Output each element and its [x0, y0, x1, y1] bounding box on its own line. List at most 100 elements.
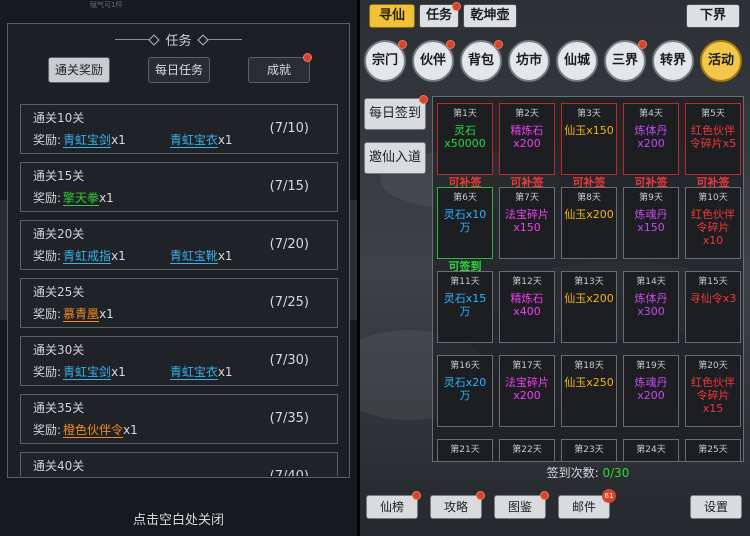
- quest-rewards: 奖励: 擎天拳x1: [33, 189, 114, 206]
- signin-day-label: 第1天: [453, 109, 477, 119]
- quest-progress: (7/20): [269, 237, 309, 252]
- signin-day-cell[interactable]: 第11天 灵石x15 万: [437, 271, 493, 343]
- signin-day-cell[interactable]: 第24天: [623, 439, 679, 461]
- signin-count-label: 签到次数:: [546, 466, 599, 480]
- signin-day-cell[interactable]: 第6天 灵石x10 万可签到: [437, 187, 493, 273]
- reward-item-name[interactable]: 青虹戒指: [63, 249, 112, 264]
- signin-day-cell[interactable]: 第17天 法宝碎片 x200: [499, 355, 555, 427]
- reward-item-qty: x1: [99, 307, 114, 321]
- signin-day-cell[interactable]: 第15天 寻仙令x3: [685, 271, 741, 343]
- tasks-notify-dot: [452, 2, 461, 11]
- quest-rewards: 奖励: 青虹宝剑x1 青虹宝衣x1: [33, 131, 233, 148]
- game-screen: 赋气可1怦 任务 通关奖励 每日任务 成就 通关10关 奖励: 青虹宝剑x1 青虹宝衣…: [0, 0, 750, 536]
- signin-day-label: 第7天: [515, 193, 539, 203]
- signin-day-cell[interactable]: 第3天 仙玉x150 可补签: [561, 103, 617, 189]
- signin-day-cell[interactable]: 第10天 红色伙伴 令碎片 x10: [685, 187, 741, 259]
- signin-day-cell[interactable]: 第1天 灵石 x50000 可补签: [437, 103, 493, 189]
- signin-day-cell[interactable]: 第2天 精炼石 x200 可补签: [499, 103, 555, 189]
- signin-day-cell[interactable]: 第13天 仙玉x200: [561, 271, 617, 343]
- close-hint[interactable]: 点击空白处关闭: [0, 509, 357, 528]
- quest-row[interactable]: 通关20关 奖励: 青虹戒指x1 青虹宝靴x1 (7/20): [20, 220, 338, 270]
- lower-realm-button[interactable]: 下界: [686, 4, 740, 28]
- reward-item-name[interactable]: 青虹宝靴: [169, 249, 218, 264]
- menu-circle-6[interactable]: 转界: [652, 40, 694, 82]
- bottom-button-0[interactable]: 仙榜: [366, 495, 418, 519]
- signin-reward: 炼魂丹 x150: [634, 208, 668, 234]
- tab-clear-rewards[interactable]: 通关奖励: [48, 57, 110, 83]
- reward-item-name[interactable]: 青虹宝衣: [169, 133, 218, 148]
- reward-item-name[interactable]: 擎天拳: [63, 191, 100, 206]
- signin-day-label: 第15天: [698, 277, 728, 287]
- signin-day-label: 第18天: [574, 361, 604, 371]
- reward-item-name[interactable]: 青虹宝剑: [63, 365, 112, 380]
- signin-day-label: 第10天: [698, 193, 728, 203]
- signin-reward: 红色伙伴 令碎片 x15: [691, 376, 735, 415]
- signin-day-cell[interactable]: 第14天炼体丹 x300: [623, 271, 679, 343]
- tab-achievements[interactable]: 成就: [248, 57, 310, 83]
- signin-day-label: 第17天: [512, 361, 542, 371]
- menu-circle-3[interactable]: 坊市: [508, 40, 550, 82]
- quest-progress: (7/10): [269, 121, 309, 136]
- menu-circle-4[interactable]: 仙城: [556, 40, 598, 82]
- daily-signin-button[interactable]: 每日签到: [364, 98, 426, 130]
- quest-progress: (7/35): [269, 411, 309, 426]
- reward-item-name[interactable]: 橙色伙伴令: [63, 423, 124, 438]
- bottom-button-4[interactable]: 设置: [690, 495, 742, 519]
- quest-row[interactable]: 通关40关奖励:(7/40): [20, 452, 338, 476]
- signin-day-cell[interactable]: 第4天 炼体丹 x200 可补签: [623, 103, 679, 189]
- signin-day-cell[interactable]: 第22天: [499, 439, 555, 461]
- signin-day-cell[interactable]: 第18天 仙玉x250: [561, 355, 617, 427]
- signin-day-cell[interactable]: 第9天 炼魂丹 x150: [623, 187, 679, 259]
- quest-row[interactable]: 通关10关 奖励: 青虹宝剑x1 青虹宝衣x1 (7/10): [20, 104, 338, 154]
- signin-day-cell[interactable]: 第19天炼魂丹 x200: [623, 355, 679, 427]
- title-ornament-left: [115, 38, 156, 40]
- left-pane: 赋气可1怦 任务 通关奖励 每日任务 成就 通关10关 奖励: 青虹宝剑x1 青虹宝衣…: [0, 0, 357, 536]
- reward-prefix: 奖励:: [33, 365, 62, 379]
- dialog-title: 任务: [165, 33, 192, 49]
- quest-row[interactable]: 通关15关 奖励: 擎天拳x1 (7/15): [20, 162, 338, 212]
- signin-reward: 红色伙伴 令碎片x5: [689, 124, 737, 150]
- signin-day-label: 第19天: [636, 361, 666, 371]
- reward-item-qty: x1: [217, 249, 233, 263]
- signin-day-label: 第8天: [577, 193, 601, 203]
- tab-xunxian[interactable]: 寻仙: [369, 4, 415, 28]
- signin-day-label: 第20天: [698, 361, 728, 371]
- signin-day-label: 第16天: [450, 361, 480, 371]
- signin-day-cell[interactable]: 第7天 法宝碎片 x150: [499, 187, 555, 259]
- signin-day-cell[interactable]: 第20天红色伙伴 令碎片 x15: [685, 355, 741, 427]
- signin-day-label: 第25天: [698, 445, 728, 455]
- quest-row[interactable]: 通关35关 奖励: 橙色伙伴令x1 (7/35): [20, 394, 338, 444]
- signin-day-label: 第23天: [574, 445, 604, 455]
- quest-rewards: 奖励: 青虹戒指x1 青虹宝靴x1: [33, 247, 233, 264]
- quest-list[interactable]: 通关10关 奖励: 青虹宝剑x1 青虹宝衣x1 (7/10) 通关15关 奖励: 擎天拳x1(…: [20, 104, 340, 476]
- achievement-notify-dot: [303, 53, 312, 62]
- reward-item-name[interactable]: 慕青凰: [63, 307, 100, 322]
- reward-prefix: 奖励:: [33, 191, 62, 205]
- signin-reward: 炼体丹 x300: [634, 292, 668, 318]
- signin-day-cell[interactable]: 第5天 红色伙伴 令碎片x5 可补签: [685, 103, 741, 189]
- invite-immortal-button[interactable]: 邀仙入道: [364, 142, 426, 174]
- quest-tabs: 通关奖励 每日任务 成就: [8, 53, 349, 85]
- signin-day-cell[interactable]: 第25天: [685, 439, 741, 461]
- menu-circle-7[interactable]: 活动: [700, 40, 742, 82]
- signin-day-cell[interactable]: 第21天: [437, 439, 493, 461]
- tab-daily-quests[interactable]: 每日任务: [148, 57, 210, 83]
- quest-row[interactable]: 通关25关 奖励: 慕青凰x1 (7/25): [20, 278, 338, 328]
- signin-day-cell[interactable]: 第16天 灵石x20 万: [437, 355, 493, 427]
- top-strip-text: 赋气可1怦: [90, 1, 123, 9]
- signin-day-cell[interactable]: 第23天: [561, 439, 617, 461]
- bottom-notify-dot: [412, 491, 421, 500]
- reward-item-name[interactable]: 青虹宝衣: [169, 365, 218, 380]
- quest-rewards: 奖励: 慕青凰x1: [33, 305, 114, 322]
- signin-day-label: 第14天: [636, 277, 666, 287]
- quest-title: 通关15关: [33, 169, 85, 183]
- reward-item-name[interactable]: 青虹宝剑: [63, 133, 112, 148]
- signin-day-cell[interactable]: 第8天 仙玉x200: [561, 187, 617, 259]
- signin-reward: 炼魂丹 x200: [634, 376, 668, 402]
- bottom-button-2[interactable]: 图鉴: [494, 495, 546, 519]
- tab-qiankun-pot[interactable]: 乾坤壶: [463, 4, 517, 28]
- signin-reward: 炼体丹 x200: [634, 124, 668, 150]
- bottom-button-1[interactable]: 攻略: [430, 495, 482, 519]
- signin-day-cell[interactable]: 第12天 精炼石 x400: [499, 271, 555, 343]
- quest-row[interactable]: 通关30关 奖励: 青虹宝剑x1 青虹宝衣x1 (7/30): [20, 336, 338, 386]
